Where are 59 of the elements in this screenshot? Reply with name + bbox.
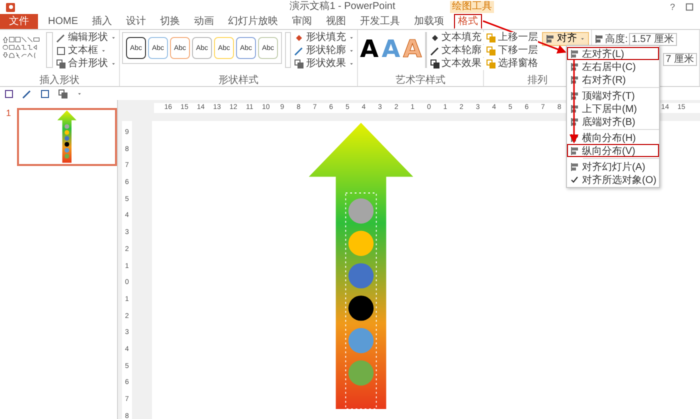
align-icon bbox=[569, 146, 580, 156]
menu-item[interactable]: 左对齐(L) bbox=[567, 47, 659, 60]
menu-item[interactable]: 横向分布(H) bbox=[567, 131, 659, 144]
shape-effects-icon bbox=[294, 59, 304, 69]
ribbon-button[interactable]: 下移一层 bbox=[486, 45, 538, 57]
align-icon bbox=[569, 90, 580, 100]
save-icon bbox=[4, 88, 14, 98]
align-icon bbox=[569, 48, 580, 58]
restore-icon bbox=[684, 2, 694, 12]
menu-item[interactable]: 右对齐(R) bbox=[567, 73, 659, 86]
selection-pane-icon bbox=[486, 59, 496, 69]
ribbon-button[interactable]: 编辑形状 bbox=[56, 32, 117, 44]
help-button[interactable]: ? bbox=[670, 2, 675, 12]
menu-item[interactable]: 顶端对齐(T) bbox=[567, 89, 659, 102]
gallery-scrollbar[interactable] bbox=[46, 32, 53, 68]
group-label: 形状样式 bbox=[218, 75, 258, 86]
menu-item[interactable]: 对齐所选对象(O) bbox=[567, 173, 659, 186]
height-label: 高度: bbox=[605, 32, 628, 46]
textbox-icon bbox=[56, 46, 66, 56]
contextual-tab-label: 绘图工具 bbox=[450, 1, 494, 13]
slide-number: 1 bbox=[6, 108, 12, 120]
ribbon-button[interactable]: 合并形状 bbox=[56, 58, 117, 70]
ribbon-button[interactable]: 形状轮廓 bbox=[294, 45, 355, 57]
edit-shape-icon bbox=[56, 33, 66, 43]
ribbon-button[interactable]: 选择窗格 bbox=[486, 58, 538, 70]
ribbon-tab[interactable]: 文件 bbox=[0, 14, 38, 29]
menu-item[interactable]: 左右居中(C) bbox=[567, 60, 659, 73]
text-effects-icon bbox=[430, 59, 440, 69]
wordart-preset[interactable]: A bbox=[360, 32, 379, 66]
send-backward-icon bbox=[486, 46, 496, 56]
ribbon-button[interactable]: 上移一层 bbox=[486, 32, 538, 44]
gallery-scrollbar[interactable] bbox=[424, 32, 427, 68]
app-logo-icon bbox=[6, 2, 15, 12]
gallery-scrollbar[interactable] bbox=[285, 32, 291, 68]
group-label: 排列 bbox=[528, 75, 548, 86]
align-icon bbox=[545, 34, 555, 44]
ribbon-button[interactable]: 形状填充 bbox=[294, 32, 355, 44]
align-button[interactable]: 对齐 bbox=[542, 32, 589, 46]
menu-item[interactable]: 纵向分布(V) bbox=[567, 144, 659, 157]
merge-shapes-icon bbox=[56, 59, 66, 69]
width-field[interactable]: 7 厘米 bbox=[662, 53, 697, 66]
menu-item[interactable]: 上下居中(M) bbox=[567, 102, 659, 115]
text-outline-icon bbox=[430, 46, 440, 56]
window-title: 演示文稿1 - PowerPoint bbox=[290, 1, 396, 13]
pen-icon bbox=[294, 46, 304, 56]
menu-item[interactable]: 底端对齐(B) bbox=[567, 115, 659, 128]
align-icon bbox=[569, 104, 580, 114]
group-label: 插入形状 bbox=[40, 75, 80, 86]
ribbon-tab[interactable]: 格式 bbox=[454, 14, 482, 29]
align-icon bbox=[569, 116, 580, 126]
align-icon bbox=[569, 162, 580, 172]
bring-forward-icon bbox=[486, 33, 496, 43]
align-icon bbox=[569, 74, 580, 84]
align-icon bbox=[569, 62, 580, 72]
slide-thumbnail[interactable] bbox=[17, 108, 117, 166]
ribbon-button[interactable]: 形状效果 bbox=[294, 58, 355, 70]
group-label: 艺术字样式 bbox=[396, 75, 446, 86]
menu-item[interactable]: 对齐幻灯片(A) bbox=[567, 160, 659, 173]
text-fill-icon bbox=[430, 33, 440, 43]
